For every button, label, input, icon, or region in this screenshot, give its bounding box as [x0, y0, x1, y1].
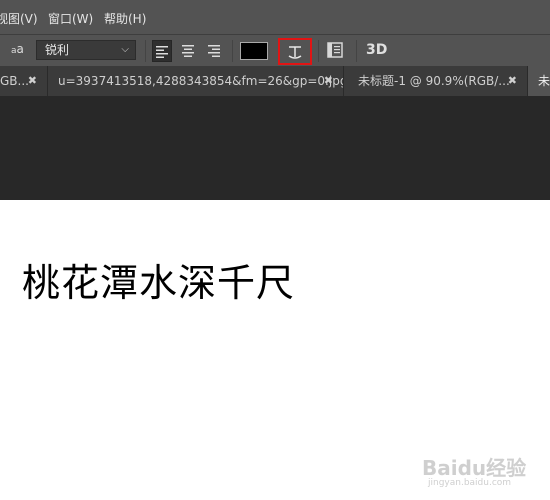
menu-bar: 视图(V) 窗口(W) 帮助(H)	[0, 0, 550, 34]
align-right-button[interactable]	[204, 40, 224, 62]
aa-icon: aa	[11, 42, 24, 56]
divider	[318, 40, 319, 62]
character-panel-button[interactable]	[327, 42, 343, 58]
close-icon[interactable]: ✖	[324, 66, 333, 96]
divider	[232, 40, 233, 62]
canvas-pasteboard	[0, 96, 550, 200]
close-icon[interactable]: ✖	[508, 66, 517, 96]
tab-label: 未标题-1 @ 90.9%(RGB/...	[358, 74, 510, 88]
align-left-button[interactable]	[152, 40, 172, 62]
options-bar: aa 锐利 ⌵ 3D	[0, 34, 550, 67]
document-tab-bar: GB... ✖ u=3937413518,4288343854&fm=26&gp…	[0, 66, 550, 97]
tab-label: u=3937413518,4288343854&fm=26&gp=0.jpg	[58, 74, 344, 88]
document-tab[interactable]: 未标题-1 @ 90.9%(RGB/... ✖	[344, 66, 528, 96]
menu-help[interactable]: 帮助(H)	[104, 10, 146, 27]
watermark-url: jingyan.baidu.com	[428, 478, 512, 488]
warp-text-icon	[288, 46, 302, 59]
antialias-select[interactable]: 锐利 ⌵	[36, 40, 136, 60]
document-tab[interactable]: u=3937413518,4288343854&fm=26&gp=0.jpg ✖	[48, 66, 344, 96]
menu-window[interactable]: 窗口(W)	[48, 10, 93, 27]
divider	[356, 40, 357, 62]
watermark-logo: Baidu经验	[422, 456, 527, 480]
3d-button[interactable]: 3D	[366, 42, 387, 58]
document-text-layer[interactable]: 桃花潭水深千尺	[22, 252, 295, 307]
align-center-button[interactable]	[178, 40, 198, 62]
text-color-swatch[interactable]	[240, 42, 268, 60]
divider	[145, 40, 146, 62]
align-left-icon	[156, 46, 168, 58]
menu-view[interactable]: 视图(V)	[0, 10, 38, 27]
tab-label: GB...	[0, 74, 29, 88]
document-tab[interactable]: GB... ✖	[0, 66, 48, 96]
warp-text-button[interactable]	[278, 38, 312, 65]
close-icon[interactable]: ✖	[28, 66, 37, 96]
align-right-icon	[208, 45, 220, 57]
antialias-value: 锐利	[45, 43, 70, 57]
align-center-icon	[182, 45, 194, 57]
tab-label: 未	[538, 74, 550, 88]
document-tab-active[interactable]: 未	[528, 66, 550, 96]
character-panel-icon	[327, 42, 343, 58]
chevron-down-icon: ⌵	[121, 44, 129, 55]
